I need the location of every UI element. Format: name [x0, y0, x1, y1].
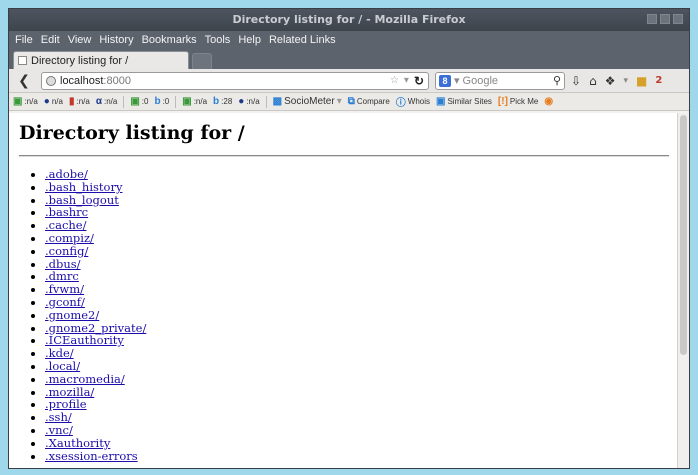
- menu-file[interactable]: File: [15, 34, 33, 46]
- compare-button[interactable]: ⧉ Compare: [348, 96, 390, 107]
- extension-badge: 2: [655, 75, 663, 86]
- menu-bookmarks[interactable]: Bookmarks: [142, 34, 197, 46]
- reload-icon[interactable]: ↻: [414, 74, 424, 88]
- page-content: Directory listing for / .adobe/.bash_his…: [9, 113, 679, 468]
- whois-button[interactable]: ⓘ Whois: [396, 94, 430, 109]
- close-button[interactable]: [673, 14, 683, 24]
- back-button[interactable]: ❮: [13, 71, 35, 91]
- vertical-scrollbar[interactable]: [677, 113, 689, 468]
- bar-icon: ▮: [68, 96, 75, 107]
- home-icon[interactable]: ⌂: [589, 74, 597, 88]
- globe-icon: [46, 75, 56, 86]
- list-item: .xsession-errors: [45, 449, 146, 463]
- search-dropdown-icon[interactable]: ▾: [454, 74, 460, 87]
- tab-directory-listing[interactable]: Directory listing for /: [13, 51, 189, 69]
- chart-icon: ▩: [272, 96, 283, 107]
- alexa-rank-icon: ●: [238, 96, 245, 107]
- compare-icon: ⧉: [347, 96, 355, 107]
- nav-tools: ⇩ ⌂ ❖ ▾ ■ 2: [571, 74, 662, 88]
- directory-entry-link[interactable]: .xsession-errors: [45, 449, 138, 463]
- separator: [265, 95, 267, 108]
- seo-item[interactable]: b:28: [213, 96, 232, 107]
- seo-item[interactable]: ● n/a: [44, 96, 63, 107]
- search-bar[interactable]: 8 ▾ Google ⚲: [435, 71, 565, 90]
- menu-history[interactable]: History: [99, 34, 133, 46]
- similar-icon: ▣: [436, 96, 446, 107]
- window-controls: [647, 14, 683, 24]
- browser-window: Directory listing for / - Mozilla Firefo…: [8, 8, 690, 469]
- bracket-icon: [!]: [497, 96, 508, 107]
- alpha-icon: α: [95, 96, 102, 107]
- google-icon[interactable]: 8: [439, 74, 451, 87]
- divider: [19, 155, 669, 157]
- menu-related-links[interactable]: Related Links: [269, 34, 336, 46]
- more-icon[interactable]: ◉: [544, 96, 553, 107]
- seo-item[interactable]: ▣:n/a: [13, 96, 38, 107]
- page-icon: [18, 56, 27, 65]
- seo-item[interactable]: α:n/a: [96, 96, 118, 107]
- dropdown-icon[interactable]: ▾: [404, 75, 409, 86]
- google-pagerank-icon: ▣: [13, 96, 23, 107]
- page-title: Directory listing for /: [19, 122, 245, 144]
- download-icon[interactable]: ⇩: [571, 74, 581, 88]
- window-title: Directory listing for / - Mozilla Firefo…: [232, 13, 466, 26]
- menu-dropdown-icon[interactable]: ▾: [623, 76, 628, 86]
- addon-icon[interactable]: ❖: [605, 74, 616, 88]
- seo-toolbar: ▣:n/a ● n/a ▮:n/a α:n/a ▣:0 b:0 ▣:n/a b:2…: [9, 93, 689, 111]
- bing-links-icon: b: [213, 96, 220, 107]
- pick-me-button[interactable]: [!] Pick Me: [498, 96, 538, 107]
- url-bar[interactable]: localhost:8000 ☆ ▾ ↻: [41, 71, 429, 90]
- maximize-button[interactable]: [660, 14, 670, 24]
- similar-sites-button[interactable]: ▣ Similar Sites: [436, 96, 492, 107]
- seo-item[interactable]: b:0: [154, 96, 169, 107]
- tab-label: Directory listing for /: [31, 54, 129, 67]
- search-placeholder: Google: [462, 74, 499, 87]
- directory-list: .adobe/.bash_history.bash_logout.bashrc.…: [45, 168, 146, 462]
- url-host: localhost: [60, 74, 104, 87]
- magnifier-icon[interactable]: ⚲: [553, 74, 561, 87]
- new-tab-button[interactable]: [192, 53, 212, 69]
- menu-view[interactable]: View: [68, 34, 92, 46]
- navigation-bar: ❮ localhost:8000 ☆ ▾ ↻ 8 ▾ Google ⚲ ⇩ ⌂ …: [9, 69, 689, 93]
- alexa-icon: ●: [43, 96, 50, 107]
- menu-tools[interactable]: Tools: [205, 34, 231, 46]
- separator: [123, 95, 125, 108]
- index-icon: ▣: [130, 96, 140, 107]
- star-icon[interactable]: ☆: [390, 75, 399, 86]
- seo-item[interactable]: ●:n/a: [238, 96, 259, 107]
- menu-help[interactable]: Help: [238, 34, 261, 46]
- question-icon: ⓘ: [395, 98, 406, 109]
- links-icon: ▣: [182, 96, 192, 107]
- title-bar: Directory listing for / - Mozilla Firefo…: [9, 9, 689, 31]
- seo-item[interactable]: ▣:0: [130, 96, 148, 107]
- url-port: :8000: [103, 74, 131, 87]
- tab-strip: Directory listing for /: [9, 49, 689, 69]
- extension-icon[interactable]: ■: [636, 74, 647, 88]
- menu-bar: File Edit View History Bookmarks Tools H…: [9, 31, 689, 49]
- seo-item[interactable]: ▣:n/a: [182, 96, 207, 107]
- chevron-down-icon: ▾: [336, 96, 342, 107]
- menu-edit[interactable]: Edit: [41, 34, 60, 46]
- minimize-button[interactable]: [647, 14, 657, 24]
- separator: [175, 95, 177, 108]
- seo-item[interactable]: ▮:n/a: [69, 96, 90, 107]
- bing-icon: b: [154, 96, 161, 107]
- sociometer-button[interactable]: ▩ SocioMeter ▾: [273, 96, 342, 107]
- scrollbar-thumb[interactable]: [680, 115, 687, 355]
